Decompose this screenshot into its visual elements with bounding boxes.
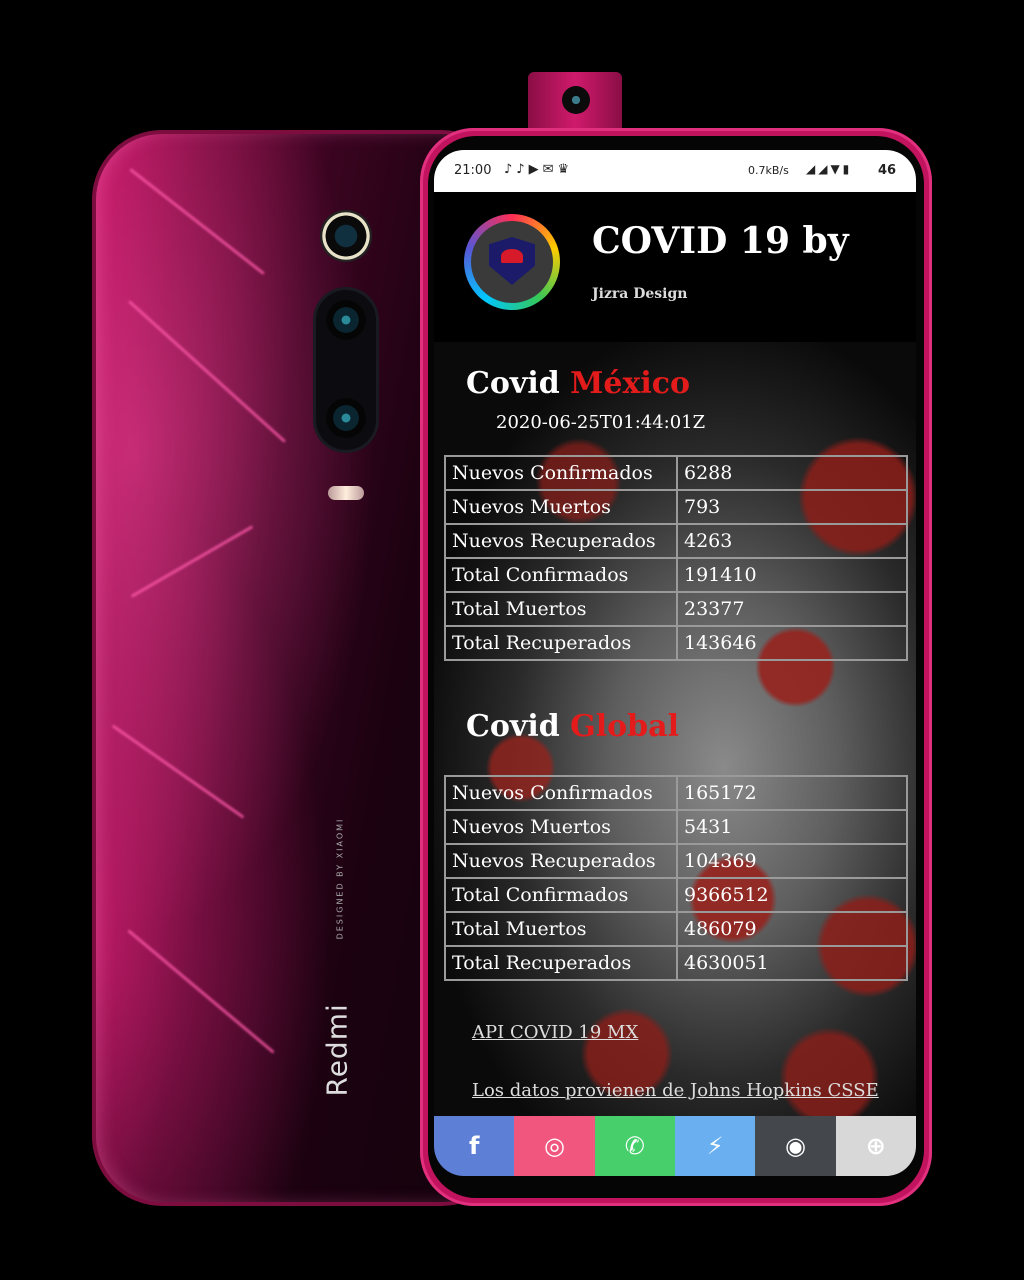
decor-streak (127, 300, 287, 443)
global-stats-table: Nuevos Confirmados 165172 Nuevos Muertos 5… (444, 775, 908, 981)
brand-logo: Redmi (320, 1003, 354, 1097)
stat-value: 143646 (676, 625, 908, 661)
table-row: Nuevos Confirmados 6288 (444, 455, 908, 491)
status-bar: 21:00 ♪♪▶✉♛ 0.7kB/s ◢◢▼▮ 46 (434, 150, 916, 192)
share-bar: f ◎ ✆ ⚡ ◉ ⊕ (434, 1116, 916, 1176)
stat-label: Total Confirmados (444, 877, 678, 913)
web-icon: ⊕ (865, 1132, 886, 1160)
stat-value: 4263 (676, 523, 908, 559)
github-icon: ◉ (785, 1132, 806, 1160)
stat-label: Total Confirmados (444, 557, 678, 593)
designed-by-label: DESIGNED BY XIAOMI (335, 817, 345, 940)
table-row: Nuevos Muertos 5431 (444, 809, 908, 845)
camera-lens (326, 398, 366, 438)
instagram-button[interactable]: ◎ (514, 1116, 595, 1176)
mexico-section-title: Covid México (466, 366, 690, 401)
global-section-title: Covid Global (466, 709, 679, 744)
decor-streak (129, 167, 265, 276)
camera-lens (326, 300, 366, 340)
network-speed: 0.7kB/s (748, 164, 789, 177)
stat-value: 165172 (676, 775, 908, 811)
rear-camera-ring (320, 210, 372, 262)
page-subtitle: Jizra Design (592, 286, 688, 302)
stat-value: 5431 (676, 809, 908, 845)
stat-value: 104369 (676, 843, 908, 879)
messenger-icon: ⚡ (706, 1132, 724, 1160)
table-row: Total Muertos 23377 (444, 591, 908, 627)
whatsapp-icon: ✆ (624, 1132, 645, 1160)
eagle-icon (501, 249, 523, 263)
mexico-stats-table: Nuevos Confirmados 6288 Nuevos Muertos 793… (444, 455, 908, 661)
status-time: 21:00 (454, 163, 492, 178)
stat-label: Total Muertos (444, 911, 678, 947)
decor-streak (127, 929, 275, 1054)
stat-value: 9366512 (676, 877, 908, 913)
table-row: Total Confirmados 9366512 (444, 877, 908, 913)
facebook-icon: f (468, 1132, 480, 1160)
phone-screen: 21:00 ♪♪▶✉♛ 0.7kB/s ◢◢▼▮ 46 COVID 19 by … (434, 150, 916, 1176)
api-link[interactable]: API COVID 19 MX (472, 1022, 638, 1043)
section-title-accent: Global (570, 709, 679, 744)
table-row: Total Muertos 486079 (444, 911, 908, 947)
instagram-icon: ◎ (544, 1132, 565, 1160)
table-row: Total Recuperados 4630051 (444, 945, 908, 981)
decor-streak (130, 525, 254, 598)
messenger-button[interactable]: ⚡ (674, 1116, 756, 1176)
stat-label: Nuevos Confirmados (444, 775, 678, 811)
github-button[interactable]: ◉ (755, 1116, 836, 1176)
table-row: Nuevos Confirmados 165172 (444, 775, 908, 811)
whatsapp-button[interactable]: ✆ (594, 1116, 675, 1176)
table-row: Total Confirmados 191410 (444, 557, 908, 593)
stat-value: 191410 (676, 557, 908, 593)
stat-label: Total Recuperados (444, 625, 678, 661)
facebook-button[interactable]: f (434, 1116, 515, 1176)
update-timestamp: 2020-06-25T01:44:01Z (496, 412, 706, 433)
camera-flash (328, 486, 364, 500)
signal-icon: ◢◢▼▮ (806, 162, 853, 176)
stat-value: 6288 (676, 455, 908, 491)
stat-label: Total Recuperados (444, 945, 678, 981)
page-title: COVID 19 by (592, 220, 849, 262)
stat-value: 486079 (676, 911, 908, 947)
table-row: Nuevos Recuperados 104369 (444, 843, 908, 879)
stat-label: Nuevos Recuperados (444, 843, 678, 879)
stat-label: Nuevos Confirmados (444, 455, 678, 491)
stat-value: 793 (676, 489, 908, 525)
battery-level: 46 (878, 163, 897, 178)
notification-icons: ♪♪▶✉♛ (504, 162, 574, 177)
stat-value: 23377 (676, 591, 908, 627)
source-link[interactable]: Los datos provienen de Johns Hopkins CSS… (472, 1080, 879, 1101)
web-button[interactable]: ⊕ (835, 1116, 916, 1176)
camera-lens (562, 86, 590, 114)
stat-value: 4630051 (676, 945, 908, 981)
section-title-accent: México (570, 366, 691, 401)
logo-badge (471, 221, 553, 303)
stat-label: Nuevos Recuperados (444, 523, 678, 559)
stat-label: Nuevos Muertos (444, 809, 678, 845)
app-header: COVID 19 by Jizra Design (434, 192, 916, 342)
stat-label: Nuevos Muertos (444, 489, 678, 525)
app-logo (464, 214, 560, 310)
table-row: Total Recuperados 143646 (444, 625, 908, 661)
main-content[interactable]: Covid México 2020-06-25T01:44:01Z Nuevos… (434, 342, 916, 1116)
decor-streak (111, 724, 245, 819)
table-row: Nuevos Recuperados 4263 (444, 523, 908, 559)
section-title-prefix: Covid (466, 366, 560, 401)
section-title-prefix: Covid (466, 709, 560, 744)
stat-label: Total Muertos (444, 591, 678, 627)
rear-camera-module (316, 290, 376, 450)
table-row: Nuevos Muertos 793 (444, 489, 908, 525)
